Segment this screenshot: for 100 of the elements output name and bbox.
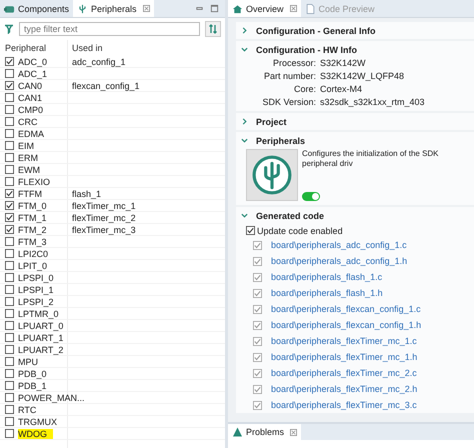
checkbox[interactable] — [5, 309, 14, 318]
peripheral-name: ADC_0 — [18, 56, 48, 66]
checked-checkbox[interactable] — [253, 400, 262, 410]
file-link[interactable]: board\peripherals_flexcan_config_1.c — [271, 304, 421, 314]
peripheral-name: LPUART_0 — [18, 320, 64, 330]
chevron-down-icon — [241, 137, 248, 144]
maximize-icon[interactable] — [210, 4, 219, 13]
filter-field[interactable]: type filter text — [19, 22, 200, 36]
checkbox[interactable] — [5, 417, 14, 426]
checked-checkbox[interactable] — [253, 288, 262, 298]
checked-checkbox[interactable] — [5, 57, 14, 66]
column-header[interactable]: Peripheral — [0, 40, 68, 56]
peripheral-name: LPSPI_0 — [18, 272, 54, 282]
file-link[interactable]: board\peripherals_flexTimer_mc_2.h — [271, 384, 418, 394]
section-header[interactable]: Configuration - General Info — [236, 22, 474, 39]
peripheral-name: CAN1 — [18, 92, 42, 102]
checkbox[interactable] — [5, 405, 14, 414]
close-icon[interactable] — [290, 428, 298, 436]
checkbox[interactable] — [5, 273, 14, 282]
peripheral-name: ERM — [18, 152, 38, 162]
toggle-switch[interactable] — [302, 192, 320, 201]
checkbox[interactable] — [5, 261, 14, 270]
peripheral-name: FTM_0 — [18, 200, 47, 210]
checked-checkbox[interactable] — [253, 256, 262, 266]
field-value: Cortex-M4 — [320, 84, 364, 94]
panel-tab[interactable]: Peripherals — [73, 0, 154, 17]
peripheral-name: POWER_MAN... — [18, 392, 85, 402]
checked-checkbox[interactable] — [246, 226, 255, 235]
peripheral-name: PDB_0 — [18, 368, 47, 378]
field-label: SDK Version: — [261, 97, 316, 107]
close-icon[interactable] — [142, 5, 150, 12]
sort-button[interactable] — [205, 21, 221, 37]
checked-checkbox[interactable] — [253, 368, 262, 378]
editor-tab[interactable]: Overview — [228, 0, 301, 17]
table-cell: flexTimer_mc_2 — [72, 212, 136, 222]
file-link[interactable]: board\peripherals_flash_1.h — [271, 288, 383, 298]
file-link[interactable]: board\peripherals_flexTimer_mc_1.h — [271, 352, 418, 362]
checkbox[interactable] — [5, 357, 14, 366]
field-label: Processor: — [272, 58, 316, 68]
checked-checkbox[interactable] — [253, 320, 262, 330]
column-header[interactable]: Used in — [68, 40, 225, 56]
checkbox[interactable] — [5, 429, 14, 438]
file-link[interactable]: board\peripherals_adc_config_1.h — [271, 256, 408, 266]
section-header[interactable]: Configuration - HW Info — [236, 41, 474, 58]
checkbox[interactable] — [5, 321, 14, 330]
checked-checkbox[interactable] — [5, 81, 14, 90]
section-header[interactable]: Peripherals — [236, 132, 474, 149]
peripheral-name: CMP0 — [18, 104, 44, 114]
table-cell: flash_1 — [72, 188, 102, 198]
peripheral-name: FTM_2 — [18, 224, 47, 234]
checked-checkbox[interactable] — [253, 272, 262, 282]
checked-checkbox[interactable] — [253, 384, 262, 394]
checkbox[interactable] — [5, 105, 14, 114]
checked-checkbox[interactable] — [253, 240, 262, 250]
peripheral-name: FLEXIO — [18, 176, 50, 186]
checkbox[interactable] — [5, 285, 14, 294]
checkbox[interactable] — [5, 393, 14, 402]
checkbox[interactable] — [5, 333, 14, 342]
close-icon[interactable] — [290, 5, 297, 12]
file-link[interactable]: board\peripherals_flexTimer_mc_1.c — [271, 336, 417, 346]
peripheral-name: LPUART_1 — [18, 332, 64, 342]
section-header[interactable]: Project — [236, 113, 474, 130]
filter-icon[interactable] — [4, 24, 14, 34]
checked-checkbox[interactable] — [5, 213, 14, 222]
chevron-down-icon — [241, 46, 248, 53]
checkbox[interactable] — [5, 129, 14, 138]
peripheral-name: FTM_1 — [18, 212, 47, 222]
checkbox[interactable] — [5, 93, 14, 102]
file-link[interactable]: board\peripherals_adc_config_1.c — [271, 240, 407, 250]
checked-checkbox[interactable] — [253, 352, 262, 362]
table-cell: adc_config_1 — [72, 56, 126, 66]
panel-tab[interactable]: Components — [0, 0, 74, 17]
checkbox[interactable] — [5, 237, 14, 246]
file-link[interactable]: board\peripherals_flexcan_config_1.h — [271, 320, 422, 330]
checkbox[interactable] — [5, 369, 14, 378]
description-text: Configures the initialization of the SDK peripheral driv — [302, 149, 440, 169]
checked-checkbox[interactable] — [253, 336, 262, 346]
file-link[interactable]: board\peripherals_flexTimer_mc_2.c — [271, 368, 417, 378]
minimize-icon[interactable] — [195, 4, 204, 13]
chevron-down-icon — [241, 212, 248, 219]
table-cell: flexcan_config_1 — [72, 80, 140, 90]
checkbox[interactable] — [5, 345, 14, 354]
usb-icon — [77, 4, 88, 14]
checkbox[interactable] — [5, 117, 14, 126]
section-header[interactable]: Generated code — [236, 207, 474, 224]
checkbox[interactable] — [5, 69, 14, 78]
checkbox[interactable] — [5, 249, 14, 258]
checked-checkbox[interactable] — [5, 189, 14, 198]
checkbox[interactable] — [5, 153, 14, 162]
checkbox[interactable] — [5, 141, 14, 150]
checked-checkbox[interactable] — [5, 201, 14, 210]
checkbox[interactable] — [5, 381, 14, 390]
checkbox[interactable] — [5, 177, 14, 186]
file-link[interactable]: board\peripherals_flash_1.c — [271, 272, 382, 282]
checkbox[interactable] — [5, 297, 14, 306]
problems-tab[interactable]: Problems — [228, 424, 302, 440]
checked-checkbox[interactable] — [253, 304, 262, 314]
checkbox[interactable] — [5, 165, 14, 174]
checked-checkbox[interactable] — [5, 225, 14, 234]
file-link[interactable]: board\peripherals_flexTimer_mc_3.c — [271, 400, 417, 410]
